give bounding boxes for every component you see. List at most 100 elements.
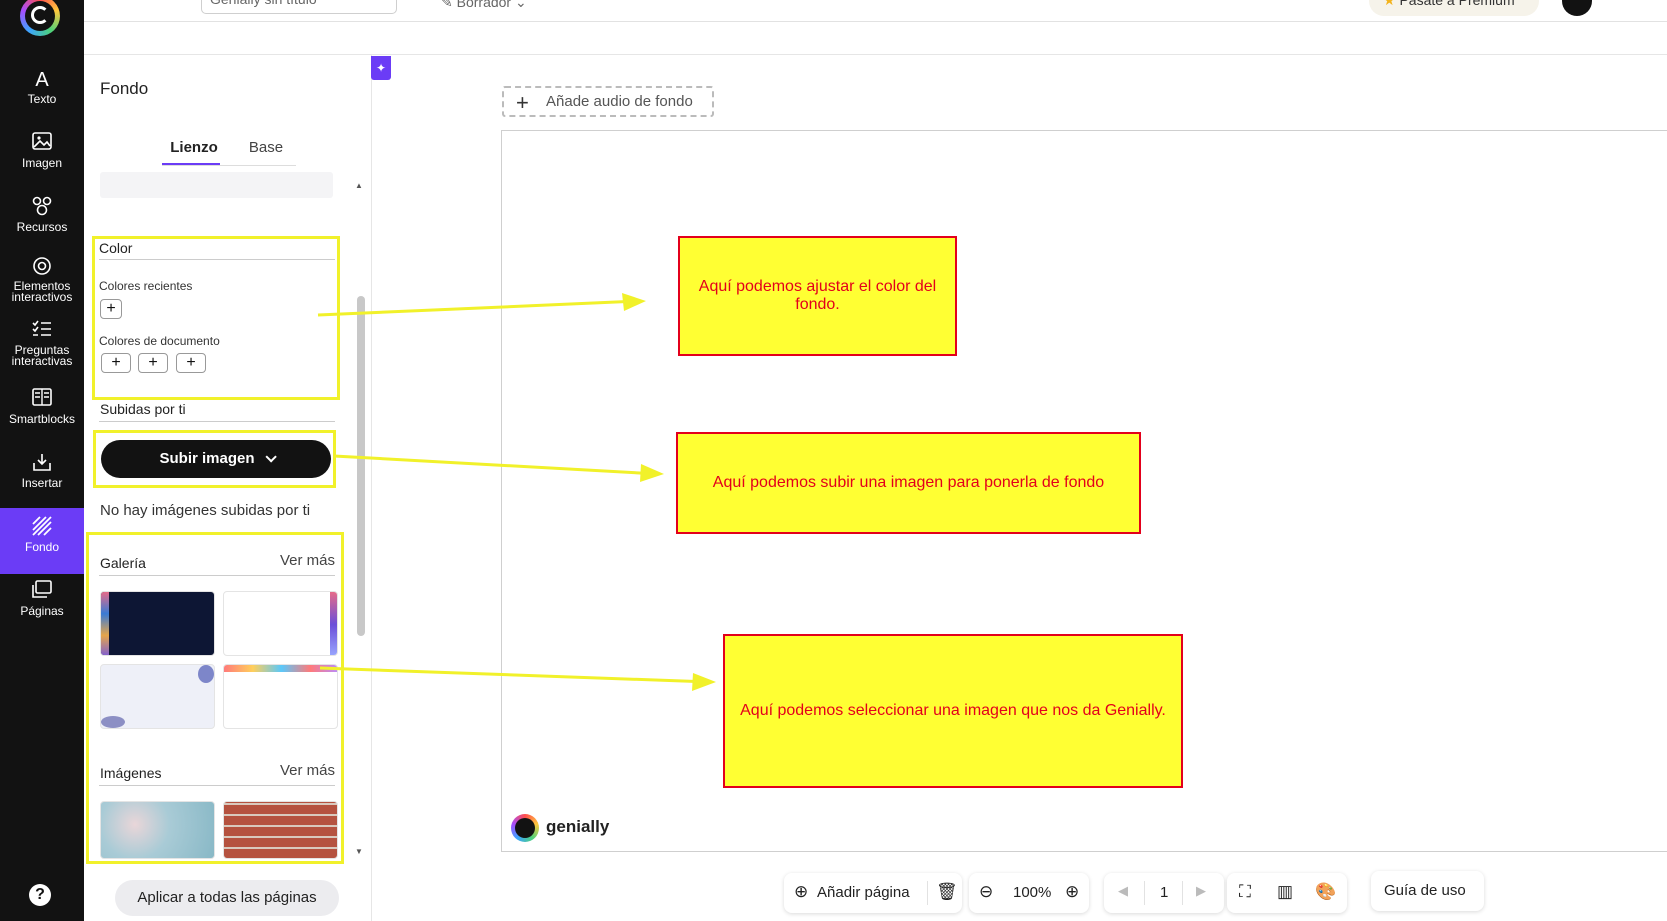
- next-page-icon[interactable]: ▶: [1196, 883, 1206, 899]
- avatar[interactable]: [1562, 0, 1592, 16]
- genially-watermark-text: genially: [546, 817, 610, 836]
- top-bar: Genially sin título ✎ Borrador ⌄ ★ Pásat…: [84, 0, 1667, 22]
- gallery-thumb-floral[interactable]: [223, 664, 338, 729]
- sub-bar: [84, 22, 1667, 55]
- recent-colors-label: Colores recientes: [99, 279, 193, 293]
- genially-logo-icon[interactable]: [20, 0, 60, 36]
- smartblocks-icon: [0, 388, 84, 412]
- color-title: Color: [99, 240, 133, 256]
- panel-strip: [100, 172, 333, 198]
- fit-screen-icon[interactable]: ⛶: [1239, 882, 1251, 902]
- split-view-icon[interactable]: ▥: [1277, 882, 1293, 902]
- page-number: 1: [1160, 884, 1169, 901]
- premium-button[interactable]: ★ Pásate a Premium: [1369, 0, 1539, 16]
- guide-label: Guía de uso: [1384, 882, 1466, 899]
- add-document-color-button[interactable]: +: [138, 353, 168, 373]
- zoom-group: ⊖ 100% ⊕: [969, 873, 1089, 913]
- draft-label: Borrador: [456, 0, 512, 10]
- premium-label: Pásate a Premium: [1399, 0, 1515, 8]
- images-title: Imágenes: [100, 765, 162, 781]
- rail-item-label: Insertar: [21, 476, 63, 490]
- draft-status[interactable]: ✎ Borrador ⌄: [441, 0, 527, 11]
- audio-label: Añade audio de fondo: [546, 93, 693, 110]
- pages-icon: [0, 580, 84, 604]
- image-icon: [0, 132, 84, 156]
- add-background-audio-button[interactable]: + Añade audio de fondo: [502, 86, 714, 117]
- color-divider: [99, 259, 335, 260]
- scroll-up-icon[interactable]: ▲: [355, 181, 363, 190]
- rail-item-label: Smartblocks: [8, 412, 76, 426]
- color-highlight: [92, 236, 340, 400]
- rail-item-background[interactable]: Fondo: [0, 508, 84, 574]
- zoom-out-icon[interactable]: ⊖: [979, 882, 993, 902]
- callout-gallery: Aquí podemos seleccionar una imagen que …: [723, 634, 1183, 788]
- gallery-see-more-link[interactable]: Ver más: [280, 552, 335, 569]
- zoom-level: 100%: [1013, 884, 1052, 901]
- add-document-color-button[interactable]: +: [101, 353, 131, 373]
- view-tools-group: ⛶ ▥ 🎨: [1227, 873, 1347, 913]
- left-rail: A Texto Imagen Recursos Elementos intera…: [0, 0, 84, 921]
- trash-icon[interactable]: 🗑: [936, 882, 958, 902]
- rail-item-smartblocks[interactable]: Smartblocks: [0, 380, 84, 446]
- title-input[interactable]: Genially sin título: [201, 0, 397, 14]
- pin-icon[interactable]: ✦: [371, 56, 391, 80]
- rail-item-label: Imagen: [21, 156, 63, 170]
- rail-item-label: Elementos interactivos: [11, 279, 73, 304]
- page-nav-group: ◀ 1 ▶: [1104, 873, 1224, 913]
- gallery-thumb-white[interactable]: [223, 591, 338, 656]
- plus-icon: +: [516, 90, 529, 115]
- rail-item-insert[interactable]: Insertar: [0, 444, 84, 510]
- add-document-color-button[interactable]: +: [176, 353, 206, 373]
- document-colors-label: Colores de documento: [99, 334, 220, 348]
- uploads-divider: [99, 421, 335, 422]
- upload-label: Subir imagen: [159, 450, 255, 467]
- toolbar-separator: [1144, 881, 1145, 905]
- questions-icon: [0, 320, 84, 344]
- gallery-divider: [99, 575, 335, 576]
- rail-item-label: Páginas: [20, 604, 64, 618]
- add-page-group: ⊕ Añadir página 🗑: [784, 873, 962, 913]
- rail-item-interactive-questions[interactable]: Preguntas interactivas: [0, 312, 84, 374]
- panel-title: Fondo: [100, 79, 149, 98]
- callout-upload: Aquí podemos subir una imagen para poner…: [676, 432, 1141, 534]
- scroll-down-icon[interactable]: ▼: [355, 847, 363, 856]
- rail-item-label: Fondo: [24, 540, 60, 554]
- add-page-button[interactable]: Añadir página: [817, 884, 910, 901]
- resources-icon: [0, 196, 84, 220]
- toolbar-separator: [1182, 881, 1183, 905]
- rail-item-label: Recursos: [16, 220, 68, 234]
- help-icon[interactable]: ?: [29, 884, 51, 906]
- uploads-title: Subidas por ti: [100, 401, 186, 417]
- image-thumb-bokeh[interactable]: [100, 801, 215, 859]
- add-circle-icon: ⊕: [794, 882, 809, 901]
- no-uploads-text: No hay imágenes subidas por ti: [100, 502, 311, 519]
- rail-item-resources[interactable]: Recursos: [0, 188, 84, 254]
- insert-icon: [0, 452, 84, 476]
- tab-base[interactable]: Base: [236, 139, 296, 156]
- images-divider: [99, 785, 335, 786]
- rail-item-text[interactable]: A Texto: [0, 60, 84, 126]
- rail-item-label: Preguntas interactivas: [11, 343, 73, 368]
- genially-watermark-icon: [511, 814, 539, 842]
- guide-button[interactable]: Guía de uso: [1371, 871, 1484, 911]
- rail-item-interactive-elements[interactable]: Elementos interactivos: [0, 248, 84, 310]
- add-recent-color-button[interactable]: +: [100, 299, 122, 319]
- zoom-in-icon[interactable]: ⊕: [1065, 882, 1079, 902]
- tab-lienzo[interactable]: Lienzo: [166, 139, 222, 156]
- upload-image-button[interactable]: Subir imagen: [101, 440, 331, 478]
- rail-item-pages[interactable]: Páginas: [0, 572, 84, 638]
- scrollbar-thumb[interactable]: [357, 296, 365, 636]
- previous-page-icon[interactable]: ◀: [1118, 883, 1128, 899]
- gallery-thumb-navy[interactable]: [100, 591, 215, 656]
- callout-color: Aquí podemos ajustar el color del fondo.: [678, 236, 957, 356]
- gallery-title: Galería: [100, 555, 146, 571]
- rail-item-image[interactable]: Imagen: [0, 124, 84, 190]
- apply-all-pages-button[interactable]: Aplicar a todas las páginas: [115, 880, 339, 916]
- tab-active-indicator: [162, 163, 220, 165]
- gallery-thumb-light[interactable]: [100, 664, 215, 729]
- images-see-more-link[interactable]: Ver más: [280, 762, 335, 779]
- star-icon: ★: [1383, 0, 1396, 8]
- rail-item-label: Texto: [27, 92, 57, 106]
- palette-icon[interactable]: 🎨: [1315, 882, 1336, 902]
- image-thumb-bricks[interactable]: [223, 801, 338, 859]
